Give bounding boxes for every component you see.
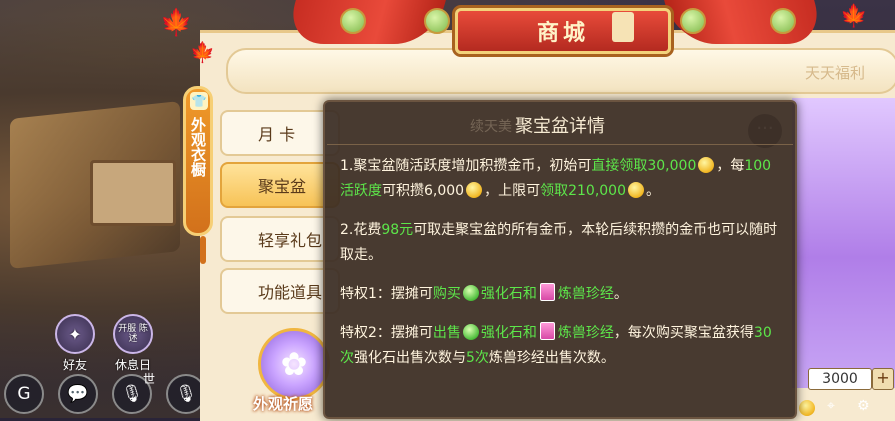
- bottom-right-icons: ⌖ ⚙: [795, 398, 895, 418]
- tab-label: 聚宝盆: [258, 177, 307, 196]
- banner-text: 天天福利: [804, 64, 865, 82]
- beast-scripture-icon: [539, 322, 555, 340]
- maple-leaf-icon: 🍁: [190, 40, 215, 64]
- settings-icon[interactable]: ⚙: [857, 398, 870, 414]
- gold-coin-icon: [799, 400, 815, 416]
- quantity-field[interactable]: 3000: [808, 368, 872, 390]
- maple-leaf-icon: 🍁: [840, 4, 868, 29]
- popup-body: 1.聚宝盆随活跃度增加积攒金币，初始可直接领取30,000 ，每100活跃度可积攒…: [340, 154, 785, 385]
- p1-highlight-g: 领取210,000: [540, 183, 626, 199]
- gold-coin-icon: [628, 182, 644, 198]
- p4-text-i: 炼兽珍经出售次数。: [488, 350, 615, 366]
- p1-text-e: 可积攒6,000: [382, 183, 465, 199]
- p2-highlight-b: 98元: [381, 222, 414, 238]
- p4-text-a: 特权2：摆摊可: [340, 325, 433, 341]
- p4-text-e: ，每次购买聚宝盆获得: [613, 325, 754, 341]
- tab-label: 功能道具: [258, 283, 323, 302]
- scene-crate: [90, 160, 176, 226]
- tab-light-gift[interactable]: 轻享礼包: [220, 216, 340, 262]
- p3-highlight-d: 炼兽珍经: [557, 286, 614, 302]
- tab-label: 轻享礼包: [258, 231, 323, 250]
- world-channel-label: 世: [143, 372, 156, 386]
- enhance-stone-icon: [462, 324, 479, 340]
- star-flower-icon: ✿: [280, 345, 308, 383]
- friends-label: 好友: [62, 358, 87, 372]
- behind-text-fragment: 续天美: [470, 119, 512, 135]
- shop-title: 商城: [455, 8, 671, 54]
- rest-badge: 开服 陈述: [113, 314, 153, 354]
- detail-paragraph-1: 1.聚宝盆随活跃度增加积攒金币，初始可直接领取30,000 ，每100活跃度可积攒…: [340, 154, 785, 204]
- wardrobe-side-label: 外观衣橱: [189, 117, 207, 177]
- jade-ornament-icon: [340, 8, 366, 34]
- chat-icon[interactable]: 💬: [58, 374, 98, 414]
- p4-highlight-b: 出售: [432, 325, 461, 341]
- p4-highlight-c: 强化石和: [480, 325, 537, 341]
- location-icon[interactable]: ⌖: [827, 398, 835, 414]
- popup-title: 聚宝盆详情: [515, 116, 605, 137]
- gold-coin-icon: [698, 157, 715, 173]
- quantity-plus-button[interactable]: +: [872, 368, 894, 390]
- detail-paragraph-4: 特权2：摆摊可出售 强化石和 炼兽珍经，每次购买聚宝盆获得30次强化石出售次数与5次…: [340, 321, 785, 371]
- tab-label: 月 卡: [258, 125, 296, 144]
- tab-function-items[interactable]: 功能道具: [220, 268, 340, 314]
- p1-text-h: 。: [646, 183, 660, 199]
- tab-monthly-card[interactable]: 月 卡: [220, 110, 340, 156]
- p3-highlight-c: 强化石和: [480, 286, 537, 302]
- rest-day-button[interactable]: 开服 陈述 休息日: [113, 314, 153, 373]
- maple-leaf-icon: 🍁: [160, 8, 193, 38]
- item-preview-area: [792, 98, 895, 388]
- p4-text-g: 强化石出售次数与: [354, 350, 466, 366]
- friends-icon: ✦: [55, 314, 95, 354]
- jade-ornament-icon: [424, 8, 450, 34]
- tab-treasure-bowl[interactable]: 聚宝盆: [220, 162, 340, 208]
- tassel-decoration: [200, 236, 206, 264]
- popup-divider: [327, 144, 793, 145]
- p2-text-a: 2.花费: [340, 222, 382, 238]
- jade-ornament-icon: [680, 8, 706, 34]
- wish-button[interactable]: ✿: [258, 328, 330, 400]
- p1-text-c: ，每: [716, 158, 745, 174]
- shop-banner: 天天福利: [226, 48, 895, 94]
- shop-title-text: 商城: [536, 20, 589, 46]
- p3-text-a: 特权1：摆摊可: [340, 286, 433, 302]
- jade-ornament-icon: [770, 8, 796, 34]
- channel-icon[interactable]: G: [4, 374, 44, 414]
- detail-paragraph-2: 2.花费98元可取走聚宝盆的所有金币，本轮后续积攒的金币也可以随时取走。: [340, 218, 785, 268]
- p4-highlight-h: 5次: [466, 350, 489, 366]
- p1-highlight-b: 直接领取30,000: [591, 158, 697, 174]
- beast-scripture-icon: [539, 283, 555, 301]
- treasure-bowl-detail-popup: 聚宝盆详情 1.聚宝盆随活跃度增加积攒金币，初始可直接领取30,000 ，每100…: [323, 100, 797, 419]
- shirt-icon: 👕: [190, 92, 208, 110]
- p3-highlight-b: 购买: [432, 286, 461, 302]
- p1-text-a: 1.聚宝盆随活跃度增加积攒金币，初始可: [340, 158, 592, 174]
- p1-text-f: ，上限可: [484, 183, 541, 199]
- wish-label[interactable]: 外观祈愿: [228, 393, 338, 414]
- p3-text-e: 。: [613, 286, 628, 302]
- title-seal-icon: [612, 12, 634, 42]
- enhance-stone-icon: [462, 285, 479, 301]
- p4-highlight-d: 炼兽珍经: [557, 325, 614, 341]
- gold-coin-icon: [466, 182, 483, 198]
- friends-button[interactable]: ✦ 好友: [55, 314, 95, 373]
- detail-paragraph-3: 特权1：摆摊可购买 强化石和 炼兽珍经。: [340, 282, 785, 307]
